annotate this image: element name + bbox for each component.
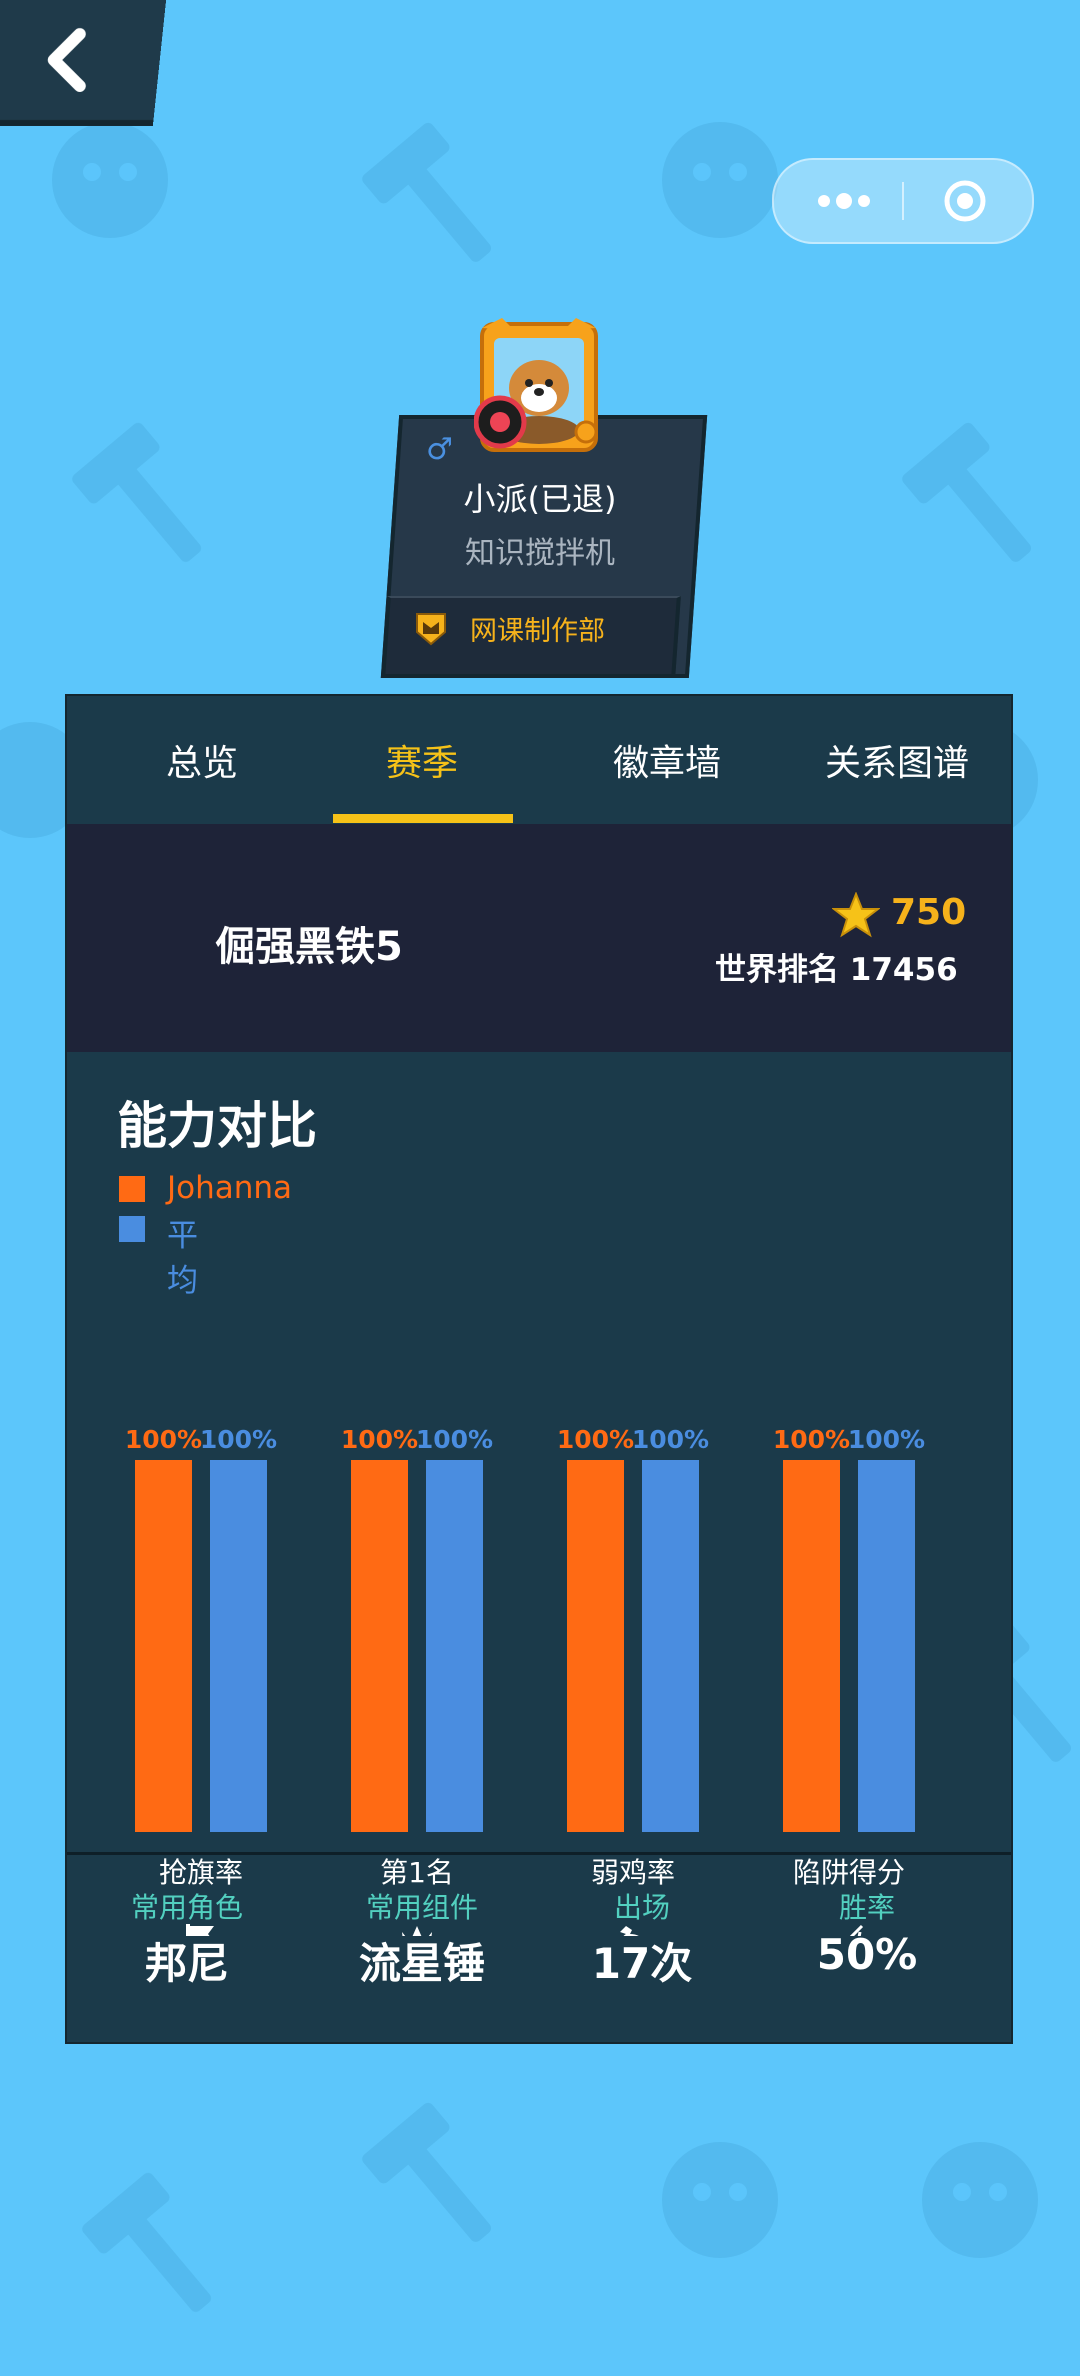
stat-label: 常用角色 xyxy=(130,1891,243,1924)
bar-value-label: 100% xyxy=(557,1425,634,1454)
stat-value: 邦尼 xyxy=(144,1939,229,1988)
rank-tier-name: 倔强黑铁5 xyxy=(215,924,403,970)
active-tab-indicator xyxy=(333,814,513,823)
bar-johanna-3 xyxy=(783,1460,840,1832)
stat-common-character: 常用角色 邦尼 xyxy=(77,1886,297,1991)
tab-relationship-graph[interactable]: 关系图谱 xyxy=(807,734,987,786)
bar-value-label: 100% xyxy=(848,1425,925,1454)
category-label: 陷阱得分 xyxy=(793,1856,905,1889)
chevron-left-icon xyxy=(47,28,86,92)
capsule-divider xyxy=(902,182,904,220)
more-icon[interactable] xyxy=(814,185,874,217)
legend-swatch-johanna xyxy=(119,1176,145,1202)
bar-average-2 xyxy=(642,1460,699,1832)
ability-comparison-title: 能力对比 xyxy=(117,1097,317,1155)
stat-common-component: 常用组件 流星锤 xyxy=(312,1886,532,1991)
stat-label: 胜率 xyxy=(838,1891,895,1924)
stat-label: 常用组件 xyxy=(365,1891,478,1924)
bar-value-label: 100% xyxy=(200,1425,277,1454)
player-name: 小派(已退) xyxy=(463,480,617,518)
male-gender-icon: ♂ xyxy=(426,432,453,467)
stat-win-rate: 胜率 50% xyxy=(757,1886,977,1979)
bar-value-label: 100% xyxy=(125,1425,202,1454)
back-button[interactable] xyxy=(0,0,168,126)
bar-johanna-2 xyxy=(567,1460,624,1832)
stat-label: 出场 xyxy=(613,1891,670,1924)
section-divider xyxy=(67,1852,1011,1855)
club-badge-icon xyxy=(416,613,446,646)
stat-value: 流星锤 xyxy=(358,1939,485,1988)
club-name[interactable]: 网课制作部 xyxy=(470,609,605,648)
rank-points: 750 xyxy=(891,892,967,933)
bar-value-label: 100% xyxy=(773,1425,850,1454)
bar-average-3 xyxy=(858,1460,915,1832)
miniprogram-capsule xyxy=(772,158,1034,244)
bar-value-label: 100% xyxy=(341,1425,418,1454)
stat-value: 17次 xyxy=(591,1939,693,1988)
stat-value: 50% xyxy=(816,1930,918,1979)
bar-average-1 xyxy=(426,1460,483,1832)
tab-overview[interactable]: 总览 xyxy=(147,734,257,786)
world-rank: 世界排名 17456 xyxy=(715,952,958,988)
bar-value-label: 100% xyxy=(416,1425,493,1454)
category-label: 抢旗率 xyxy=(159,1856,243,1889)
star-icon xyxy=(832,892,880,938)
bar-average-0 xyxy=(210,1460,267,1832)
tab-bar: 总览 赛季 徽章墙 关系图谱 xyxy=(67,696,1011,824)
tab-badge-wall[interactable]: 徽章墙 xyxy=(587,734,747,786)
category-label: 弱鸡率 xyxy=(591,1856,675,1889)
category-label: 第1名 xyxy=(380,1856,454,1889)
avatar[interactable] xyxy=(474,318,604,460)
season-panel: 总览 赛季 徽章墙 关系图谱 倔强黑铁5 750 世界排名 17456 能力对比… xyxy=(65,694,1013,2044)
bar-johanna-0 xyxy=(135,1460,192,1832)
close-miniprogram-icon[interactable] xyxy=(942,178,988,224)
bar-value-label: 100% xyxy=(632,1425,709,1454)
ability-bar-chart: 100%100%抢旗率100%100%第1名100%100%弱鸡率100%100… xyxy=(125,1425,925,1936)
player-title: 知识搅拌机 xyxy=(465,536,615,571)
rank-summary: 倔强黑铁5 750 世界排名 17456 xyxy=(67,824,1011,1052)
tab-season[interactable]: 赛季 xyxy=(367,734,477,786)
bar-johanna-1 xyxy=(351,1460,408,1832)
stat-appearances: 出场 17次 xyxy=(532,1886,752,1991)
legend-label-johanna: Johanna xyxy=(167,1170,293,1206)
